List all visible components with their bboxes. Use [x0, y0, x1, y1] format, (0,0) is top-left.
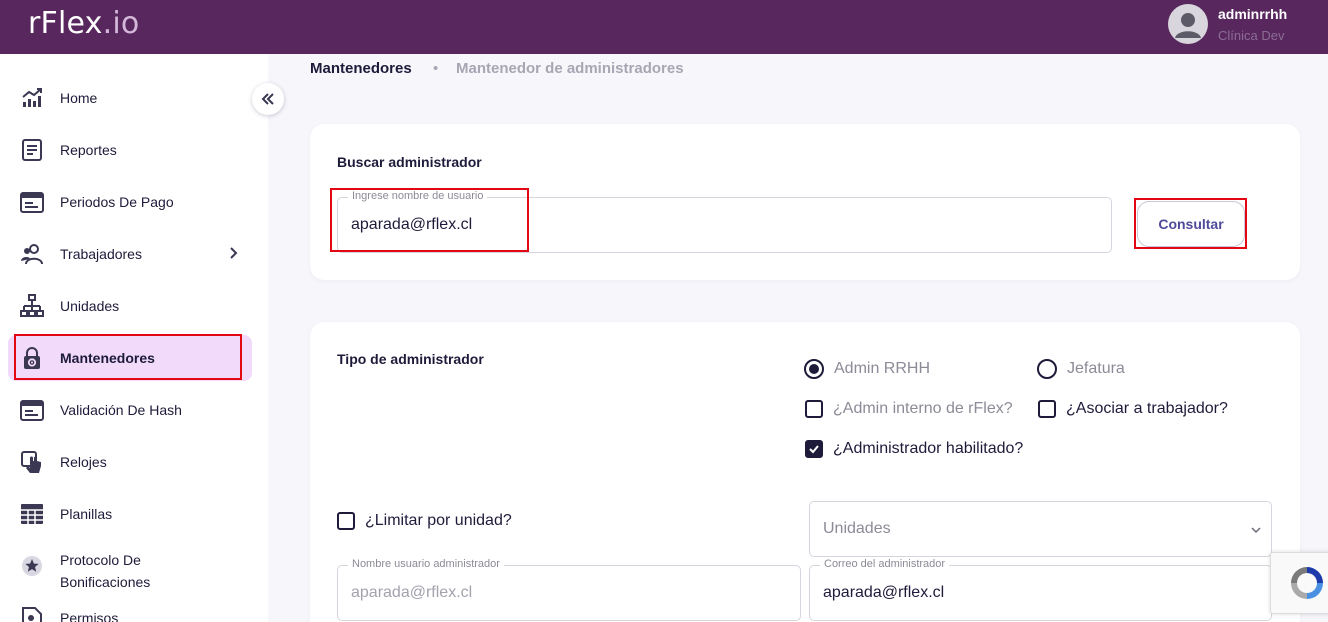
admin-habilitado-label[interactable]: ¿Administrador habilitado?	[833, 440, 1023, 458]
sidebar-item-label: Reportes	[60, 142, 117, 158]
username-search-input[interactable]	[338, 198, 1111, 252]
calendar-card-icon	[20, 400, 44, 421]
document-person-icon	[22, 607, 42, 622]
lock-gear-icon	[24, 347, 40, 369]
jefatura-label[interactable]: Jefatura	[1067, 360, 1125, 378]
double-chevron-left-icon	[261, 93, 274, 105]
sidebar-item-label: Relojes	[60, 454, 107, 470]
user-name[interactable]: adminrrhh	[1218, 6, 1287, 22]
admin-habilitado-checkbox[interactable]	[805, 440, 823, 458]
sidebar-item-reportes[interactable]: Reportes	[8, 127, 252, 173]
sidebar-item-label: Mantenedores	[60, 350, 155, 366]
sidebar-item-unidades[interactable]: Unidades	[8, 283, 252, 329]
breadcrumb-separator: •	[433, 60, 439, 77]
document-icon	[22, 139, 42, 161]
admin-interno-checkbox[interactable]	[805, 400, 823, 418]
search-title: Buscar administrador	[337, 154, 482, 170]
username-admin-field[interactable]: Nombre usuario administrador	[337, 558, 801, 621]
unidades-select[interactable]: Unidades	[809, 501, 1272, 557]
admin-rrhh-label[interactable]: Admin RRHH	[834, 360, 930, 378]
recaptcha-badge[interactable]	[1270, 552, 1328, 614]
breadcrumb-current: Mantenedor de administradores	[456, 60, 684, 77]
sidebar-item-label: Protocolo De Bonificaciones	[60, 552, 151, 590]
chevron-right-icon[interactable]	[228, 245, 240, 261]
sidebar-item-validacion-de-hash[interactable]: Validación De Hash	[8, 387, 252, 433]
org-chart-icon	[20, 294, 44, 317]
limitar-unidad-label[interactable]: ¿Limitar por unidad?	[365, 512, 512, 530]
sidebar-item-label: Trabajadores	[60, 246, 142, 262]
user-organization: Clínica Dev	[1218, 28, 1285, 43]
admin-rrhh-radio[interactable]	[804, 359, 824, 379]
email-admin-field[interactable]: Correo del administrador	[809, 558, 1272, 621]
calendar-card-icon	[20, 192, 44, 213]
unidades-placeholder: Unidades	[823, 520, 891, 537]
users-icon	[21, 244, 43, 265]
asociar-trabajador-checkbox[interactable]	[1038, 400, 1056, 418]
sidebar-collapse-button[interactable]	[252, 83, 284, 115]
sidebar-item-label: Permisos	[60, 610, 119, 622]
sidebar-item-periodos-de-pago[interactable]: Periodos De Pago	[8, 179, 252, 225]
username-admin-input[interactable]	[338, 566, 800, 620]
sidebar-item-protocolo-de-bonificaciones[interactable]: Protocolo De Bonificaciones	[8, 543, 252, 590]
sidebar-item-home[interactable]: Home	[8, 75, 252, 121]
breadcrumb-root[interactable]: Mantenedores	[310, 60, 412, 77]
user-avatar-icon[interactable]	[1168, 4, 1208, 44]
chart-line-icon	[22, 88, 42, 107]
table-icon	[21, 504, 43, 524]
admin-interno-label[interactable]: ¿Admin interno de rFlex?	[833, 400, 1013, 418]
touch-icon	[21, 451, 41, 473]
sidebar-item-label: Unidades	[60, 298, 120, 314]
sidebar-item-label: Validación De Hash	[60, 402, 182, 418]
checkmark-icon	[809, 445, 819, 454]
asociar-trabajador-label[interactable]: ¿Asociar a trabajador?	[1066, 400, 1228, 418]
username-search-field[interactable]: Ingrese nombre de usuario	[337, 190, 1112, 253]
sidebar-item-label: Home	[60, 90, 98, 106]
jefatura-radio[interactable]	[1037, 359, 1057, 379]
sidebar-item-planillas[interactable]: Planillas	[8, 491, 252, 537]
limitar-unidad-checkbox[interactable]	[337, 512, 355, 530]
sidebar-item-relojes[interactable]: Relojes	[8, 439, 252, 485]
sidebar-item-label: Planillas	[60, 506, 113, 522]
email-admin-input[interactable]	[810, 566, 1271, 620]
sidebar-item-mantenedores[interactable]: Mantenedores	[8, 335, 252, 381]
consultar-button[interactable]: Consultar	[1137, 201, 1245, 247]
sidebar-item-permisos[interactable]: Permisos	[8, 595, 252, 622]
top-bar: rFlex.io adminrrhh Clínica Dev	[0, 0, 1328, 54]
star-badge-icon	[22, 556, 42, 576]
recaptcha-icon	[1291, 567, 1323, 599]
sidebar: Home Reportes Periodos De Pago Trabajado…	[0, 54, 268, 622]
sidebar-item-label: Periodos De Pago	[60, 194, 174, 210]
chevron-down-icon	[1251, 527, 1261, 534]
admin-type-title: Tipo de administrador	[337, 351, 484, 367]
sidebar-item-trabajadores[interactable]: Trabajadores	[8, 231, 252, 277]
app-logo[interactable]: rFlex.io	[28, 6, 139, 41]
